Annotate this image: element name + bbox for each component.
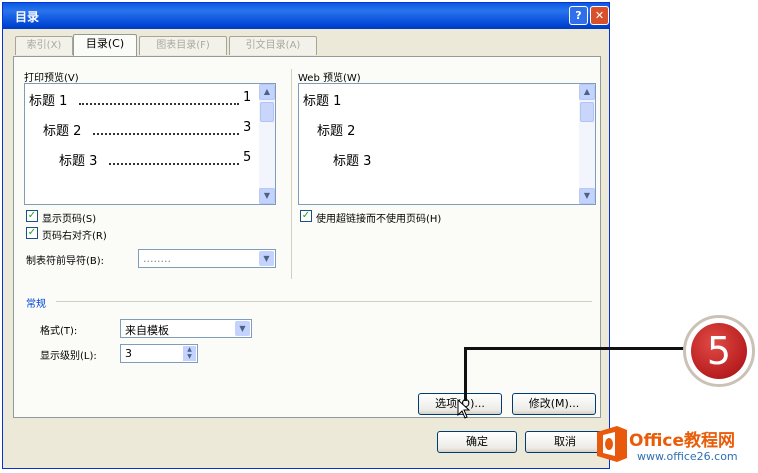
scroll-thumb[interactable] [580, 102, 594, 122]
scroll-up-arrow-icon[interactable]: ▲ [259, 84, 275, 100]
print-preview-entry: 标题 2 [43, 124, 82, 139]
tab-toc[interactable]: 目录(C) [73, 34, 137, 56]
step-number: 5 [691, 323, 747, 379]
print-preview-entry: 标题 1 [29, 94, 68, 109]
general-divider [56, 301, 592, 302]
tab-table-of-authorities[interactable]: 引文目录(A) [229, 36, 317, 55]
general-section-label: 常规 [26, 299, 46, 310]
show-levels-label: 显示级别(L): [40, 351, 97, 362]
modify-button[interactable]: 修改(M)... [512, 393, 596, 415]
toc-panel: 打印预览(V) 标题 1 1 标题 2 3 标题 3 5 ▲ ▼ ✓ 显示页码(… [13, 56, 601, 418]
formats-select[interactable]: 来自模板 ▼ [120, 319, 252, 338]
office-logo-icon [597, 426, 627, 462]
web-preview-entry[interactable]: 标题 2 [317, 120, 355, 139]
use-hyperlinks-checkbox[interactable]: ✓ [300, 210, 312, 222]
leader-dots [109, 163, 239, 165]
print-preview-entry: 标题 3 [59, 154, 98, 169]
right-align-label: 页码右对齐(R) [42, 231, 107, 242]
watermark-title: Office教程网 [629, 431, 736, 451]
spinner-arrows-icon[interactable]: ▲ ▼ [183, 346, 196, 361]
show-page-numbers-checkbox[interactable]: ✓ [26, 210, 38, 222]
ok-button[interactable]: 确定 [437, 431, 517, 453]
web-preview-label: Web 预览(W) [298, 73, 361, 84]
scroll-thumb[interactable] [260, 102, 274, 122]
leader-dots [93, 133, 239, 135]
show-levels-spinner[interactable]: 3 ▲ ▼ [120, 344, 198, 363]
step-number-badge: 5 [683, 315, 755, 387]
print-preview-box: 标题 1 1 标题 2 3 标题 3 5 ▲ ▼ [24, 83, 276, 205]
show-page-numbers-label: 显示页码(S) [42, 214, 97, 225]
print-preview-page: 5 [243, 150, 252, 165]
tab-index[interactable]: 索引(X) [15, 36, 73, 55]
callout-line [464, 347, 686, 350]
web-preview-entry[interactable]: 标题 3 [333, 150, 371, 169]
right-align-checkbox[interactable]: ✓ [26, 227, 38, 239]
scroll-down-arrow-icon[interactable]: ▼ [259, 188, 275, 204]
scroll-down-arrow-icon[interactable]: ▼ [579, 188, 595, 204]
tab-leader-value: ........ [143, 252, 171, 265]
dropdown-arrow-icon[interactable]: ▼ [259, 251, 274, 266]
callout-line [464, 347, 467, 401]
web-preview-scrollbar[interactable]: ▲ ▼ [579, 84, 595, 204]
print-preview-page: 1 [243, 90, 252, 105]
web-preview-box: 标题 1 标题 2 标题 3 ▲ ▼ [298, 83, 596, 205]
close-button[interactable]: ✕ [590, 6, 609, 25]
scroll-up-arrow-icon[interactable]: ▲ [579, 84, 595, 100]
dropdown-arrow-icon[interactable]: ▼ [235, 321, 250, 336]
mouse-cursor-icon [457, 399, 471, 419]
help-button[interactable]: ? [569, 6, 588, 25]
formats-value: 来自模板 [125, 324, 169, 337]
print-preview-label: 打印预览(V) [24, 73, 79, 84]
watermark: Office教程网 www.office26.com [593, 422, 758, 473]
tab-table-of-figures[interactable]: 图表目录(F) [139, 36, 227, 55]
print-preview-page: 3 [243, 120, 252, 135]
web-preview-entry[interactable]: 标题 1 [303, 90, 341, 109]
use-hyperlinks-label: 使用超链接而不使用页码(H) [316, 214, 442, 225]
tab-leader-label: 制表符前导符(B): [26, 256, 105, 267]
toc-dialog: 目录 ? ✕ 索引(X) 目录(C) 图表目录(F) 引文目录(A) 打印预览(… [2, 2, 610, 469]
column-divider [291, 69, 292, 279]
tab-leader-select[interactable]: ........ ▼ [138, 249, 276, 268]
formats-label: 格式(T): [40, 326, 78, 337]
print-preview-scrollbar[interactable]: ▲ ▼ [259, 84, 275, 204]
show-levels-value: 3 [125, 347, 132, 360]
watermark-url: www.office26.com [637, 450, 738, 463]
dialog-title: 目录 [15, 10, 40, 24]
leader-dots [79, 103, 239, 105]
title-bar: 目录 ? ✕ [3, 3, 609, 29]
